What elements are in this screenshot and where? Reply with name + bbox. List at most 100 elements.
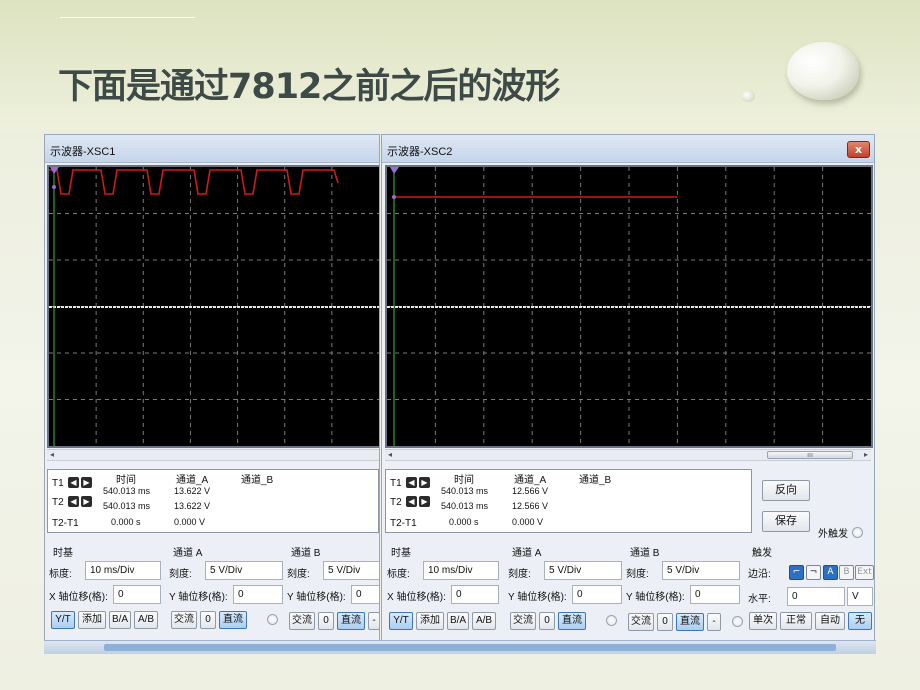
t1-right-arrow-icon[interactable]: ▶ <box>81 477 92 488</box>
t2-time: 540.013 ms <box>103 501 151 511</box>
channel-a-ac-button[interactable]: 交流 <box>510 612 536 630</box>
window-titlebar[interactable]: 示波器-XSC2 x <box>382 135 874 163</box>
t1-right-arrow-icon[interactable]: ▶ <box>419 477 430 488</box>
channel-b-scale-field[interactable]: 5 V/Div <box>323 561 379 580</box>
channel-b-dash-button[interactable]: - <box>707 613 721 631</box>
trigger-level-unit[interactable]: V <box>847 587 873 606</box>
channel-a-scale-field[interactable]: 5 V/Div <box>205 561 283 580</box>
channel-a-ypos-label: Y 轴位移(格): <box>169 592 228 603</box>
t2-left-arrow-icon[interactable]: ◀ <box>406 496 417 507</box>
auto-mode-button[interactable]: 自动 <box>815 612 845 630</box>
channel-b-scale-field[interactable]: 5 V/Div <box>662 561 740 580</box>
b-over-a-button[interactable]: B/A <box>109 611 131 629</box>
x-position-field[interactable]: 0 <box>113 585 161 604</box>
channel-b-ypos-field[interactable]: 0 <box>690 585 740 604</box>
close-button[interactable]: x <box>847 141 870 158</box>
header-time: 时间 <box>454 475 474 486</box>
scroll-left-icon[interactable]: ◂ <box>388 450 392 460</box>
t2-right-arrow-icon[interactable]: ▶ <box>81 496 92 507</box>
header-channel-b: 通道_B <box>241 475 274 486</box>
channel-a-dc-button[interactable]: 直流 <box>558 612 586 630</box>
reverse-button[interactable]: 反向 <box>762 480 810 501</box>
rising-edge-icon[interactable]: ⌐ <box>789 565 804 580</box>
add-button[interactable]: 添加 <box>78 611 106 629</box>
yt-button[interactable]: Y/T <box>51 611 75 629</box>
channel-a-ac-button[interactable]: 交流 <box>171 611 197 629</box>
cursor-readout-panel: T1 ◀ ▶ T2 ◀ ▶ T2-T1 时间 通道_A 通道_B 540.013… <box>47 469 379 533</box>
horizontal-scrollbar[interactable]: ◂ ııı ▸ <box>385 449 871 461</box>
timebase-title: 时基 <box>391 548 411 559</box>
timebase-scale-field[interactable]: 10 ms/Div <box>423 561 499 580</box>
bottom-scrollbar[interactable] <box>44 640 876 654</box>
channel-a-scale-field[interactable]: 5 V/Div <box>544 561 622 580</box>
channel-b-radio[interactable] <box>732 616 743 627</box>
t2-label: T2 <box>52 497 64 508</box>
channel-b-dc-button[interactable]: 直流 <box>676 613 704 631</box>
scope-screen[interactable] <box>385 165 873 448</box>
t1-left-arrow-icon[interactable]: ◀ <box>68 477 79 488</box>
channel-a-zero-button[interactable]: 0 <box>539 612 555 630</box>
channel-b-dash-button[interactable]: - <box>368 612 379 630</box>
header-channel-a: 通道_A <box>176 475 209 486</box>
scroll-right-icon[interactable]: ▸ <box>864 450 868 460</box>
channel-a-radio[interactable] <box>267 614 278 625</box>
t1-left-arrow-icon[interactable]: ◀ <box>406 477 417 488</box>
b-over-a-button[interactable]: B/A <box>447 612 469 630</box>
t2-channel-a: 13.622 V <box>174 501 211 511</box>
channel-b-scale-label: 刻度: <box>626 569 649 580</box>
scope-screen[interactable] <box>47 165 379 448</box>
window-title: 示波器-XSC1 <box>50 146 116 158</box>
add-button[interactable]: 添加 <box>416 612 444 630</box>
channel-b-ac-button[interactable]: 交流 <box>628 613 654 631</box>
t2-left-arrow-icon[interactable]: ◀ <box>68 496 79 507</box>
scroll-left-icon[interactable]: ◂ <box>50 450 54 460</box>
channel-b-scale-label: 刻度: <box>287 569 310 580</box>
t2-t1-label: T2-T1 <box>52 518 79 529</box>
channel-a-zero-button[interactable]: 0 <box>200 611 216 629</box>
timebase-title: 时基 <box>53 548 73 559</box>
channel-b-ypos-label: Y 轴位移(格): <box>626 592 685 603</box>
channel-a-dc-button[interactable]: 直流 <box>219 611 247 629</box>
t1-channel-a: 12.566 V <box>512 486 549 496</box>
channel-b-ypos-field[interactable]: 0 <box>351 585 379 604</box>
trigger-source-a-button[interactable]: A <box>823 565 838 580</box>
single-mode-button[interactable]: 单次 <box>749 612 777 630</box>
channel-b-zero-button[interactable]: 0 <box>318 612 334 630</box>
trigger-source-b-button[interactable]: B <box>839 565 854 580</box>
a-over-b-button[interactable]: A/B <box>472 612 496 630</box>
channel-b-zero-button[interactable]: 0 <box>657 613 673 631</box>
t2-t1-label: T2-T1 <box>390 518 417 529</box>
channel-a-ypos-field[interactable]: 0 <box>572 585 622 604</box>
none-mode-button[interactable]: 无 <box>848 612 872 630</box>
normal-mode-button[interactable]: 正常 <box>780 612 812 630</box>
trigger-source-ext-button[interactable]: Ext <box>855 565 874 580</box>
channel-a-ypos-label: Y 轴位移(格): <box>508 592 567 603</box>
header-channel-a: 通道_A <box>514 475 547 486</box>
falling-edge-icon[interactable]: ¬ <box>806 565 821 580</box>
window-titlebar[interactable]: 示波器-XSC1 <box>45 135 379 163</box>
channel-b-dc-button[interactable]: 直流 <box>337 612 365 630</box>
bottom-scroll-thumb[interactable] <box>104 644 836 651</box>
t2-channel-a: 12.566 V <box>512 501 549 511</box>
cursor-readout-panel: T1 ◀ ▶ T2 ◀ ▶ T2-T1 时间 通道_A 通道_B 540.013… <box>385 469 752 533</box>
water-drop-decoration <box>787 42 859 100</box>
trigger-level-field[interactable]: 0 <box>787 587 845 606</box>
save-button[interactable]: 保存 <box>762 511 810 532</box>
channel-a-title: 通道 A <box>173 548 203 559</box>
scroll-thumb[interactable]: ııı <box>767 451 853 459</box>
t1-label: T1 <box>52 478 64 489</box>
channel-a-ypos-field[interactable]: 0 <box>233 585 283 604</box>
timebase-scale-label: 标度: <box>387 569 410 580</box>
oscilloscope-window-xsc2: 示波器-XSC2 x ◂ ııı ▸ T1 ◀ ▶ T2 ◀ ▶ T2-T1 时… <box>381 134 875 654</box>
a-over-b-button[interactable]: A/B <box>134 611 158 629</box>
horizontal-scrollbar[interactable]: ◂ <box>47 449 379 461</box>
yt-button[interactable]: Y/T <box>389 612 413 630</box>
timebase-scale-field[interactable]: 10 ms/Div <box>85 561 161 580</box>
x-position-field[interactable]: 0 <box>451 585 499 604</box>
decorative-line <box>60 17 195 18</box>
channel-a-radio[interactable] <box>606 615 617 626</box>
t2-right-arrow-icon[interactable]: ▶ <box>419 496 430 507</box>
channel-b-ac-button[interactable]: 交流 <box>289 612 315 630</box>
t1-label: T1 <box>390 478 402 489</box>
ext-trigger-radio[interactable] <box>852 527 863 538</box>
